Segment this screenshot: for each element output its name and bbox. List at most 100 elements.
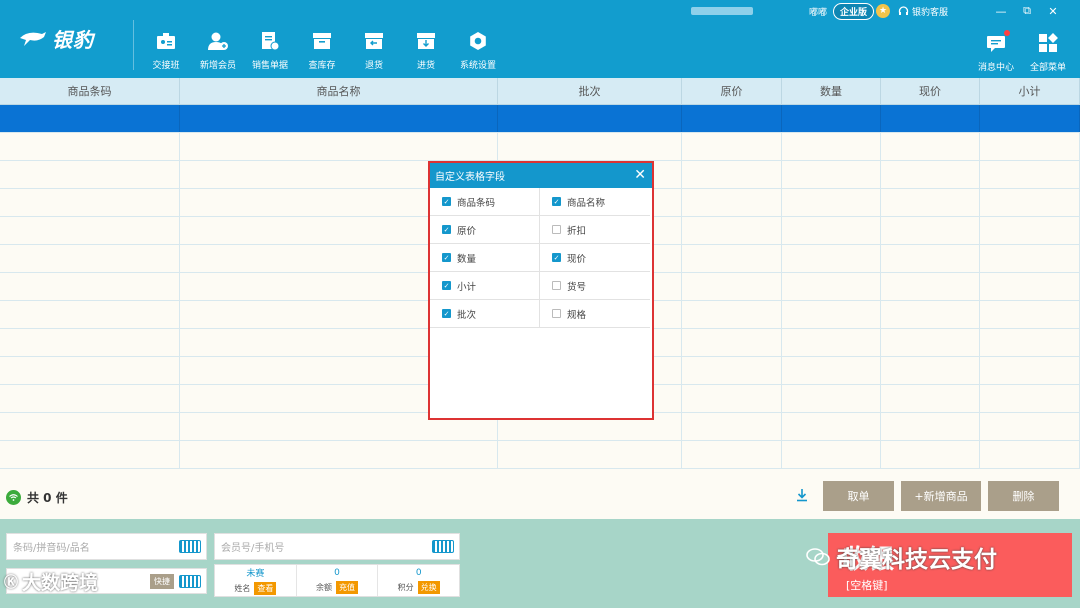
table-cell[interactable]	[881, 245, 980, 272]
field-option[interactable]: ✓ 现价	[540, 244, 650, 272]
table-cell[interactable]	[682, 161, 782, 188]
table-cell[interactable]	[682, 133, 782, 160]
customer-service-link[interactable]: 银豹客服	[898, 5, 948, 18]
checkbox-checked-icon[interactable]: ✓	[442, 281, 451, 290]
toolbar-purchase-button[interactable]: 进货	[400, 30, 452, 71]
column-header[interactable]: 小计	[980, 78, 1080, 104]
table-cell[interactable]	[980, 329, 1080, 356]
table-cell[interactable]	[881, 301, 980, 328]
table-cell[interactable]	[682, 357, 782, 384]
table-cell[interactable]	[881, 217, 980, 244]
table-cell[interactable]	[980, 413, 1080, 440]
table-cell[interactable]	[881, 385, 980, 412]
field-option[interactable]: ✓ 小计	[430, 272, 540, 300]
table-cell[interactable]	[782, 301, 881, 328]
table-cell[interactable]	[881, 329, 980, 356]
checkbox-checked-icon[interactable]: ✓	[442, 197, 451, 206]
table-cell[interactable]	[782, 441, 881, 468]
table-cell[interactable]	[682, 189, 782, 216]
table-cell[interactable]	[782, 245, 881, 272]
checkbox-checked-icon[interactable]: ✓	[442, 225, 451, 234]
table-cell[interactable]	[782, 385, 881, 412]
table-cell[interactable]	[0, 189, 180, 216]
table-cell[interactable]	[0, 217, 180, 244]
toolbar-add-member-button[interactable]: 新增会员	[192, 30, 244, 71]
table-cell[interactable]	[980, 133, 1080, 160]
table-cell[interactable]	[0, 385, 180, 412]
table-cell[interactable]	[0, 441, 180, 468]
column-header[interactable]: 商品名称	[180, 78, 498, 104]
download-icon[interactable]	[795, 488, 811, 504]
table-cell[interactable]	[0, 133, 180, 160]
table-cell[interactable]	[180, 441, 498, 468]
column-header[interactable]: 批次	[498, 78, 682, 104]
field-option[interactable]: 规格	[540, 300, 650, 328]
recharge-button[interactable]: 充值	[336, 580, 358, 594]
table-cell[interactable]	[0, 273, 180, 300]
table-cell[interactable]	[881, 161, 980, 188]
keyboard-icon[interactable]	[179, 540, 201, 553]
table-cell[interactable]	[980, 189, 1080, 216]
checkbox-checked-icon[interactable]: ✓	[442, 253, 451, 262]
toolbar-inventory-button[interactable]: 查库存	[296, 30, 348, 71]
field-option[interactable]: ✓ 商品名称	[540, 188, 650, 216]
table-cell[interactable]	[682, 385, 782, 412]
table-cell[interactable]	[782, 413, 881, 440]
column-header[interactable]: 现价	[881, 78, 980, 104]
table-cell[interactable]	[881, 189, 980, 216]
table-cell[interactable]	[980, 245, 1080, 272]
table-cell[interactable]	[682, 441, 782, 468]
table-cell[interactable]	[498, 105, 682, 132]
column-header[interactable]: 原价	[682, 78, 782, 104]
table-cell[interactable]	[881, 105, 980, 132]
toolbar-handover-button[interactable]: 交接班	[140, 30, 192, 71]
table-cell[interactable]	[782, 357, 881, 384]
table-cell[interactable]	[881, 273, 980, 300]
table-row[interactable]	[0, 133, 1080, 161]
table-cell[interactable]	[881, 357, 980, 384]
checkbox-unchecked-icon[interactable]	[552, 309, 561, 318]
add-product-button[interactable]: +新增商品	[901, 481, 981, 511]
table-cell[interactable]	[0, 413, 180, 440]
table-cell[interactable]	[782, 329, 881, 356]
table-cell[interactable]	[682, 329, 782, 356]
table-cell[interactable]	[0, 105, 180, 132]
user-name[interactable]: 嘟嘟	[809, 5, 827, 18]
field-option[interactable]: 折扣	[540, 216, 650, 244]
close-window-button[interactable]: ✕	[1040, 5, 1066, 18]
restore-button[interactable]: ⧉	[1014, 4, 1040, 18]
all-menu-button[interactable]: 全部菜单	[1024, 32, 1072, 73]
column-header[interactable]: 数量	[782, 78, 881, 104]
member-search-input[interactable]: 会员号/手机号	[214, 533, 460, 560]
table-cell[interactable]	[881, 413, 980, 440]
keyboard-icon[interactable]	[432, 540, 454, 553]
checkbox-checked-icon[interactable]: ✓	[442, 309, 451, 318]
table-cell[interactable]	[0, 245, 180, 272]
quick-button[interactable]: 快捷	[150, 574, 174, 589]
take-order-button[interactable]: 取单	[823, 481, 894, 511]
table-cell[interactable]	[782, 133, 881, 160]
table-cell[interactable]	[0, 161, 180, 188]
table-cell[interactable]	[980, 385, 1080, 412]
table-cell[interactable]	[0, 357, 180, 384]
table-cell[interactable]	[980, 105, 1080, 132]
table-cell[interactable]	[0, 301, 180, 328]
table-cell[interactable]	[782, 105, 881, 132]
table-cell[interactable]	[782, 217, 881, 244]
table-cell[interactable]	[980, 161, 1080, 188]
table-cell[interactable]	[682, 245, 782, 272]
field-option[interactable]: ✓ 原价	[430, 216, 540, 244]
table-cell[interactable]	[682, 273, 782, 300]
checkbox-unchecked-icon[interactable]	[552, 225, 561, 234]
view-member-button[interactable]: 查看	[254, 582, 277, 595]
checkbox-checked-icon[interactable]: ✓	[552, 253, 561, 262]
column-header[interactable]: 商品条码	[0, 78, 180, 104]
delete-button[interactable]: 删除	[988, 481, 1059, 511]
field-option[interactable]: ✓ 批次	[430, 300, 540, 328]
dialog-close-button[interactable]: ✕	[634, 167, 646, 183]
toolbar-sales-receipt-button[interactable]: 销售单据	[244, 30, 296, 71]
barcode-search-input[interactable]: 条码/拼音码/品名	[6, 533, 207, 560]
table-cell[interactable]	[682, 301, 782, 328]
table-cell[interactable]	[498, 441, 682, 468]
table-cell[interactable]	[180, 133, 498, 160]
